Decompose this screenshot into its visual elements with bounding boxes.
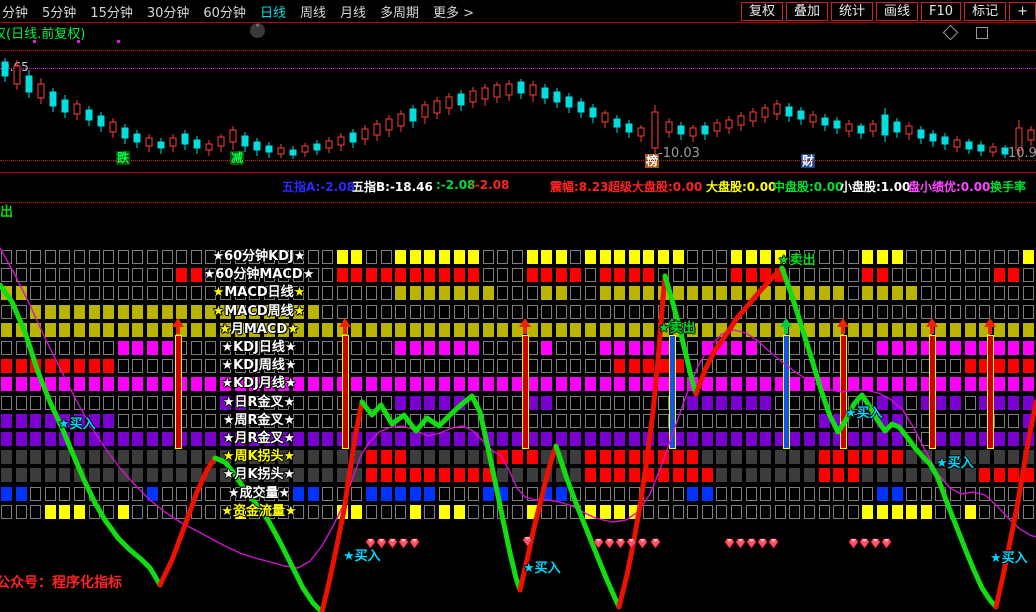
star-icon: ★ — [284, 395, 296, 410]
star-icon: ★ — [284, 449, 296, 464]
indicator-row-label: ★资金流量★ — [200, 503, 318, 521]
buy-signal: ★买入 — [523, 557, 561, 576]
star-icon: ★ — [303, 267, 315, 282]
star-icon: ★ — [294, 285, 306, 300]
indicator-row-label: ★60分钟MACD★ — [200, 266, 318, 284]
row-label-text: KDJ月线 — [233, 376, 285, 391]
row-label-text: 周R金叉 — [234, 413, 283, 428]
indicator-row-label: ★月K拐头★ — [200, 466, 318, 484]
row-label-text: 60分钟KDJ — [224, 249, 294, 264]
footer-watermark: 公众号：程序化指标 — [0, 572, 122, 592]
star-icon: ★ — [285, 376, 297, 391]
row-label-text: 月R金叉 — [234, 431, 283, 446]
star-icon: ★ — [284, 431, 296, 446]
row-label-text: 60分钟MACD — [215, 267, 302, 282]
star-icon: ★ — [284, 467, 296, 482]
star-icon: ★ — [284, 413, 296, 428]
star-icon: ★ — [285, 358, 297, 373]
buy-signal: ★买入 — [845, 402, 883, 421]
indicator-row-label: ★月MACD★ — [200, 321, 318, 339]
star-icon: ★ — [219, 322, 231, 337]
star-icon: ★ — [285, 340, 297, 355]
buy-signal: ★买入 — [936, 452, 974, 471]
star-icon: ★ — [223, 449, 235, 464]
star-icon: ★ — [294, 249, 306, 264]
star-icon: ★ — [204, 267, 216, 282]
star-icon: ★ — [287, 322, 299, 337]
indicator-row-label: ★周R金叉★ — [200, 412, 318, 430]
row-label-text: 周K拐头 — [234, 449, 283, 464]
buy-signal: ★买入 — [58, 413, 96, 432]
sell-signal: ★卖出 — [778, 249, 816, 268]
row-label-text: 月K拐头 — [234, 467, 283, 482]
star-icon: ★ — [221, 340, 233, 355]
indicator-row-label: ★成交量★ — [200, 485, 318, 503]
row-label-text: MACD日线 — [224, 285, 293, 300]
star-icon: ★ — [279, 486, 291, 501]
star-icon: ★ — [221, 376, 233, 391]
indicator-row-label: ★60分钟KDJ★ — [200, 248, 318, 266]
row-label-text: 月MACD — [231, 322, 287, 337]
indicator-row-label: ★周K拐头★ — [200, 448, 318, 466]
indicator-row-label: ★MACD日线★ — [200, 284, 318, 302]
app-window: 分钟5分钟15分钟30分钟60分钟日线周线月线多周期更多 > 复权叠加统计画线F… — [0, 0, 1036, 612]
row-label-text: 资金流量 — [233, 504, 285, 519]
indicator-row-label: ★KDJ周线★ — [200, 357, 318, 375]
star-icon: ★ — [221, 358, 233, 373]
indicator-row-label: ★月R金叉★ — [200, 430, 318, 448]
star-icon: ★ — [213, 304, 225, 319]
star-icon: ★ — [285, 504, 297, 519]
star-icon: ★ — [213, 285, 225, 300]
star-icon: ★ — [294, 304, 306, 319]
indicator-row-label: ★MACD周线★ — [200, 303, 318, 321]
buy-signal: ★买入 — [990, 547, 1028, 566]
row-label-text: MACD周线 — [224, 304, 293, 319]
row-label-text: KDJ周线 — [233, 358, 285, 373]
star-icon: ★ — [212, 249, 224, 264]
indicator-row-label: ★KDJ月线★ — [200, 375, 318, 393]
star-icon: ★ — [223, 431, 235, 446]
star-icon: ★ — [223, 413, 235, 428]
star-icon: ★ — [223, 395, 235, 410]
star-icon: ★ — [223, 467, 235, 482]
indicator-row-label: ★日R金叉★ — [200, 394, 318, 412]
row-label-text: 成交量 — [239, 486, 278, 501]
row-label-text: KDJ日线 — [233, 340, 285, 355]
star-icon: ★ — [221, 504, 233, 519]
star-icon: ★ — [228, 486, 240, 501]
indicator-curves — [0, 0, 1036, 612]
indicator-row-label: ★KDJ日线★ — [200, 339, 318, 357]
sell-signal: ★卖出 — [658, 317, 696, 336]
row-label-text: 日R金叉 — [234, 395, 283, 410]
